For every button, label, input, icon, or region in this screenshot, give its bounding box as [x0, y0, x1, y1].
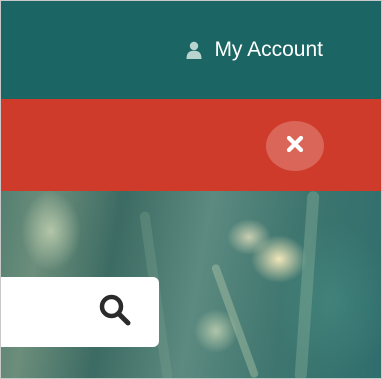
- decorative-stem: [294, 190, 320, 378]
- my-account-link[interactable]: My Account: [186, 37, 323, 63]
- user-icon: [186, 41, 202, 59]
- close-icon: [286, 135, 304, 158]
- alert-banner: [1, 99, 381, 191]
- decorative-stem: [210, 263, 260, 378]
- page-frame: My Account: [0, 0, 382, 379]
- search-box: [1, 277, 159, 347]
- my-account-label: My Account: [214, 38, 323, 61]
- search-icon: [98, 293, 132, 332]
- search-button[interactable]: [91, 289, 139, 335]
- top-header: My Account: [1, 1, 381, 99]
- search-input[interactable]: [1, 277, 91, 347]
- close-button[interactable]: [266, 121, 324, 171]
